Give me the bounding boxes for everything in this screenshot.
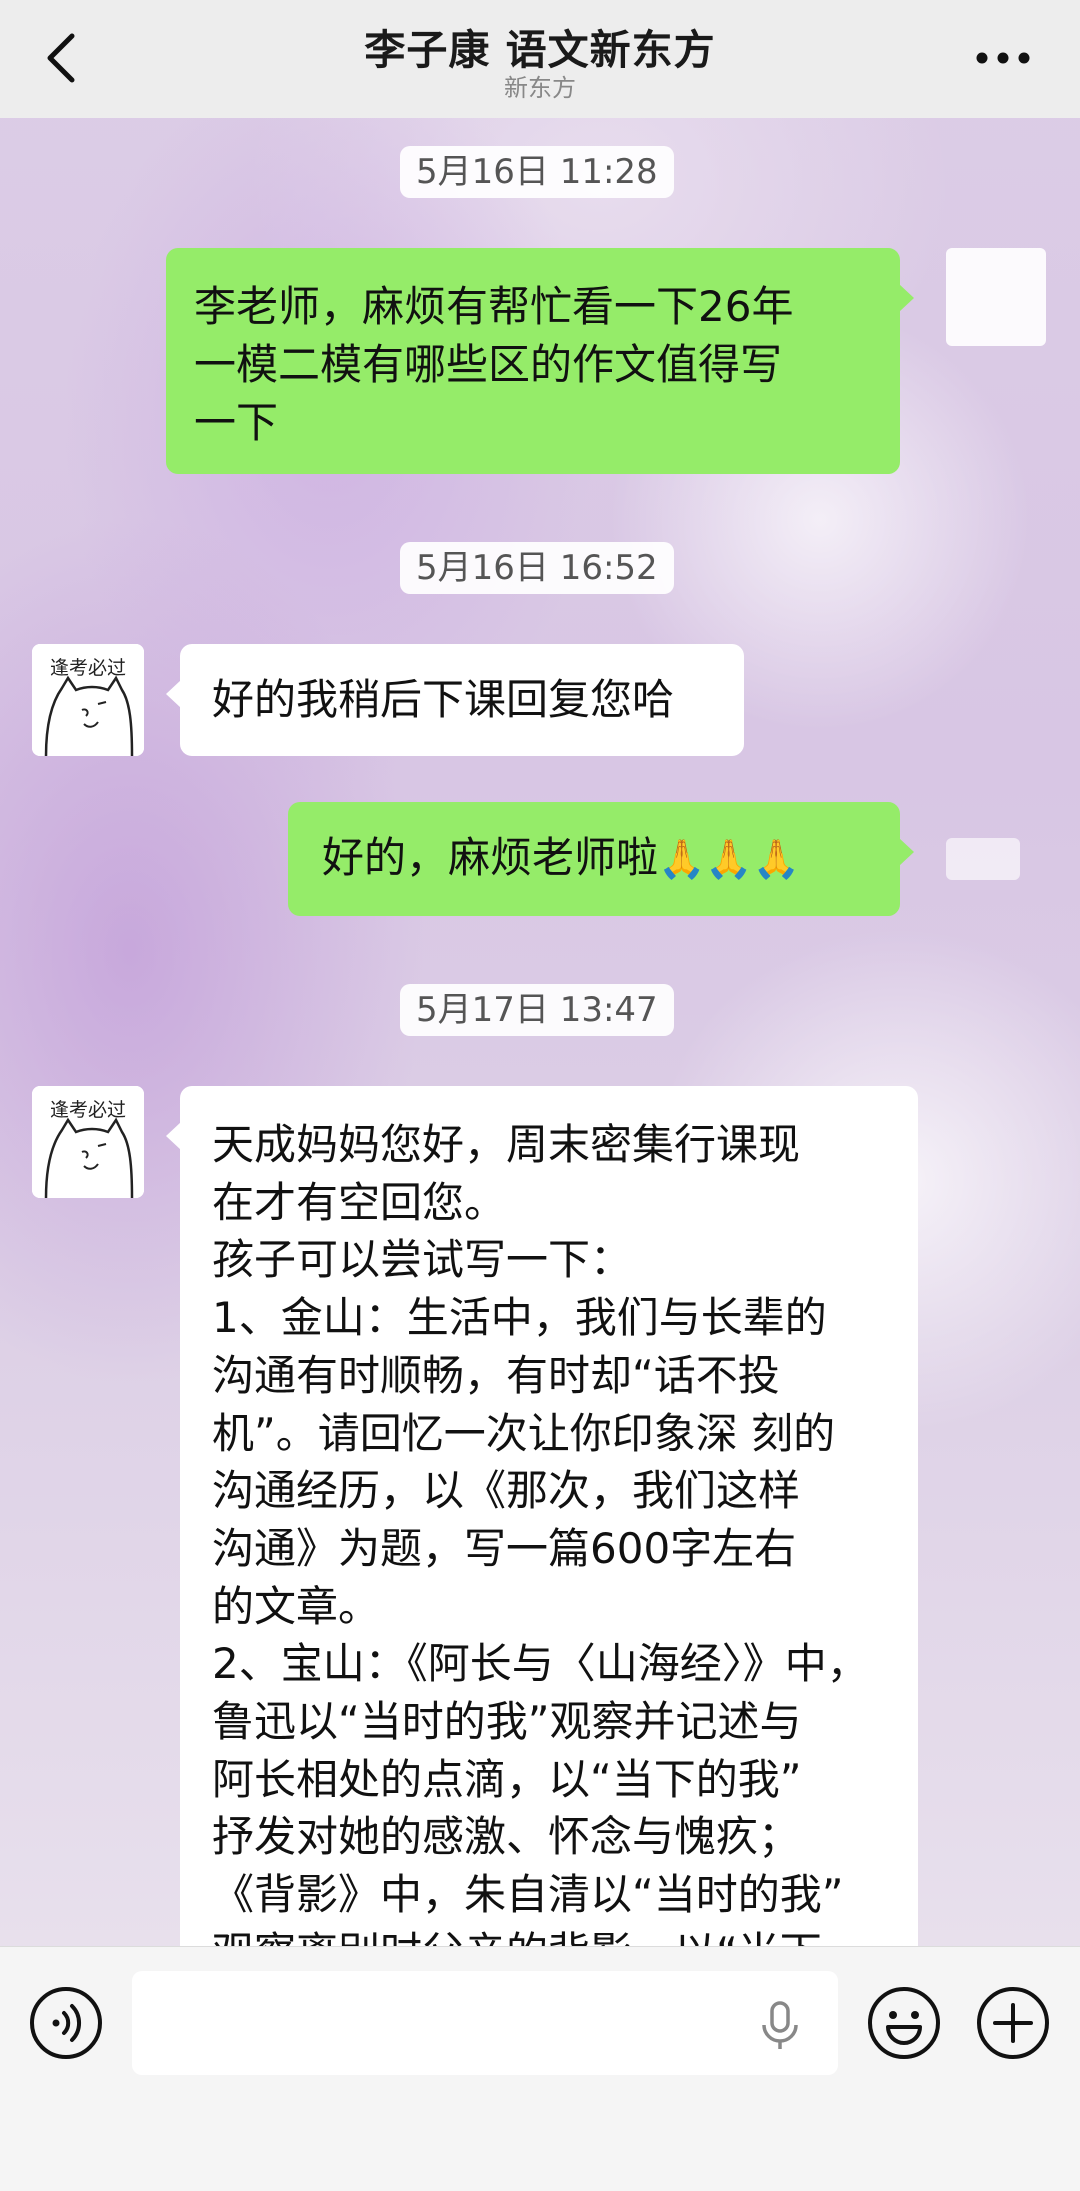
message-line: 鲁迅以“当时的我”观察并记述与 [212,1697,802,1747]
message-line: 抒发对她的感激、怀念与愧疚； [212,1812,801,1862]
my-avatar[interactable] [946,838,1020,880]
more-actions-button[interactable] [975,1985,1051,2061]
timestamp: 5月17日 13:47 [400,984,674,1036]
message-line: 孩子可以尝试写一下： [212,1235,633,1285]
my-message-bubble[interactable]: 好的，麻烦老师啦🙏🙏🙏 [288,802,914,916]
message-line: 在才有空回您。 [212,1177,507,1227]
message-line: 好的我稍后下课回复您哈 [212,675,675,724]
contact-avatar[interactable]: 逢考必过 [32,1086,144,1198]
more-icon [976,52,1030,64]
plus-icon [977,1987,1049,2059]
message-line: 沟通》为题，写一篇600字左右 [212,1523,797,1573]
timestamp: 5月16日 11:28 [400,146,674,198]
their-message-bubble[interactable]: 好的我稍后下课回复您哈 [166,644,744,756]
message-line: 一下 [194,398,279,447]
message-line: 1、金山：生活中，我们与长辈的 [212,1293,827,1343]
message-line: 李老师，麻烦有帮忙看一下26年 [194,282,794,331]
my-avatar[interactable] [946,248,1046,346]
message-line: 沟通有时顺畅，有时却“话不投 [212,1350,780,1400]
message-line: 沟通经历，以《那次，我们这样 [212,1466,801,1516]
chat-header: 李子康 语文新东方 新东方 [0,0,1080,118]
voice-icon [30,1987,102,2059]
chat-subtitle: 新东方 [504,74,576,102]
message-line: 的文章。 [212,1581,381,1631]
message-line: 机”。请回忆一次让你印象深 刻的 [212,1408,836,1458]
chat-screen: 李子康 语文新东方 新东方 5月16日 11:28 李老师，麻烦有帮忙看一下26… [0,0,1080,2191]
message-line: 阿长相处的点滴，以“当下的我” [212,1754,802,1804]
avatar-text: 逢考必过 [50,657,126,679]
input-bar [0,1946,1080,2191]
emoji-icon [868,1987,940,2059]
message-input[interactable] [132,1971,838,2075]
voice-toggle-button[interactable] [28,1985,104,2061]
cat-avatar-icon: 逢考必过 [32,644,144,756]
message-text: 好的，麻烦老师啦 [322,833,659,882]
message-line: 《背影》中，朱自清以“当时的我” [212,1870,844,1920]
contact-avatar[interactable]: 逢考必过 [32,644,144,756]
their-message-bubble[interactable]: 天成妈妈您好，周末密集行课现 在才有空回您。 孩子可以尝试写一下： 1、金山：生… [166,1086,918,1986]
message-line: 2、宝山：《阿长与〈山海经〉》中， [212,1639,869,1689]
message-line: 一模二模有哪些区的作文值得写 [194,340,783,389]
emoji-button[interactable] [866,1985,942,2061]
my-message-bubble[interactable]: 李老师，麻烦有帮忙看一下26年 一模二模有哪些区的作文值得写 一下 [166,248,914,474]
cat-avatar-icon: 逢考必过 [32,1086,144,1198]
timestamp: 5月16日 16:52 [400,542,674,594]
praying-hands-emoji: 🙏🙏🙏 [658,837,800,881]
message-line: 天成妈妈您好，周末密集行课现 [212,1120,801,1169]
more-button[interactable] [972,40,1034,76]
chat-title: 李子康 语文新东方 [364,26,716,74]
microphone-icon[interactable] [750,1995,810,2055]
avatar-text: 逢考必过 [50,1099,126,1121]
